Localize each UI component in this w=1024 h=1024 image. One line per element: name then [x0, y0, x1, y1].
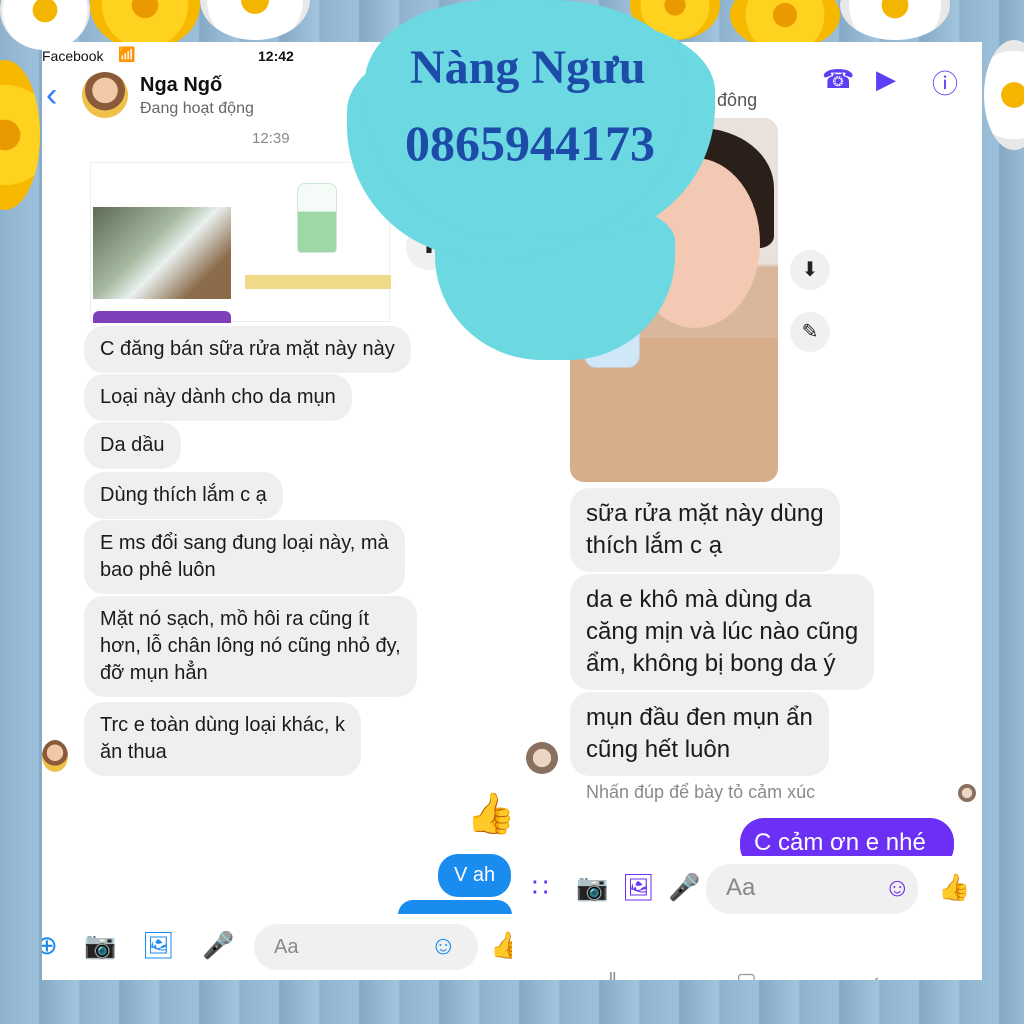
- message-input-placeholder: Aa: [274, 936, 299, 958]
- incoming-message[interactable]: Loại này dành cho da mụn: [84, 374, 352, 421]
- flower-decoration: [0, 60, 40, 210]
- flower-decoration: [984, 40, 1024, 150]
- add-icon[interactable]: ⊕: [42, 930, 58, 961]
- nav-home-icon[interactable]: ▢: [736, 968, 757, 980]
- microphone-icon[interactable]: 🎤: [668, 872, 700, 903]
- reaction-hint: Nhấn đúp để bày tỏ cảm xúc: [586, 782, 816, 802]
- contact-status: Đang hoạt động: [140, 100, 254, 117]
- incoming-message[interactable]: da e khô mà dùng da căng mịn và lúc nào …: [570, 574, 875, 690]
- microphone-icon[interactable]: 🎤: [202, 930, 234, 961]
- seen-avatar: [958, 784, 976, 802]
- message-input-placeholder: Aa: [726, 874, 756, 901]
- video-call-icon[interactable]: ▶: [876, 64, 896, 95]
- incoming-message[interactable]: C đăng bán sữa rửa mặt này này: [84, 326, 411, 373]
- camera-icon[interactable]: 📷: [576, 872, 608, 903]
- nav-back-icon[interactable]: ‹: [872, 968, 879, 980]
- info-icon[interactable]: ⓘ: [932, 64, 958, 101]
- menu-dots-icon[interactable]: ∷: [532, 872, 549, 903]
- share-icon[interactable]: ⬇: [790, 250, 830, 290]
- back-arrow-icon[interactable]: ‹: [46, 78, 57, 112]
- shared-product-screenshot[interactable]: [90, 162, 391, 323]
- contact-avatar[interactable]: [82, 72, 128, 118]
- outgoing-message[interactable]: V ah: [438, 854, 512, 897]
- edit-icon[interactable]: ✎: [790, 312, 830, 352]
- message-composer: ∷ 📷 🖼 🎤 Aa ☺ 👍: [512, 856, 982, 922]
- status-time: 12:42: [258, 48, 294, 64]
- photo-product-bottle: [584, 238, 640, 368]
- wifi-icon: 📶: [118, 46, 136, 62]
- phone-call-icon[interactable]: ☎: [822, 64, 854, 95]
- seller-name: Nàng Ngưu: [410, 41, 646, 94]
- emoji-icon[interactable]: ☺: [884, 872, 911, 903]
- product-photo: [93, 207, 231, 299]
- incoming-message[interactable]: sữa rửa mặt này dùng thích lắm c ạ: [570, 488, 840, 572]
- incoming-message[interactable]: Dùng thích lắm c ạ: [84, 472, 283, 519]
- flower-decoration: [200, 0, 310, 40]
- contact-avatar-small: [526, 742, 558, 774]
- message-timestamp: 12:39: [252, 130, 290, 147]
- incoming-message[interactable]: E ms đổi sang đung loại này, mà bao phê …: [84, 520, 405, 594]
- share-icon[interactable]: ⬆: [406, 224, 452, 270]
- like-icon[interactable]: 👍: [938, 872, 970, 903]
- carrier-label: Facebook: [42, 48, 104, 64]
- thumbs-up-icon: 👍: [466, 792, 512, 836]
- seller-phone: 0865944173: [405, 115, 655, 171]
- incoming-message[interactable]: Da dầu: [84, 422, 181, 469]
- contact-name[interactable]: Nga Ngố: [140, 74, 222, 97]
- image-icon[interactable]: 🖼: [142, 930, 175, 961]
- emoji-icon[interactable]: ☺: [430, 930, 457, 961]
- message-composer: ⊕ 📷 🖼 🎤 Aa ☺ 👍: [42, 914, 512, 980]
- like-icon[interactable]: 👍: [490, 930, 512, 961]
- flower-decoration: [840, 0, 950, 40]
- product-bottle-image: [297, 183, 337, 253]
- incoming-message[interactable]: mụn đầu đen mụn ẩn cũng hết luôn: [570, 692, 829, 776]
- cart-banner: [245, 275, 391, 289]
- nav-recent-icon[interactable]: ‖: [608, 968, 617, 980]
- purple-banner: [93, 311, 231, 323]
- contact-avatar-small: [42, 740, 68, 772]
- incoming-message[interactable]: Mặt nó sạch, mồ hôi ra cũng ít hơn, lỗ c…: [84, 596, 417, 697]
- image-icon[interactable]: 🖼: [622, 872, 655, 903]
- camera-icon[interactable]: 📷: [84, 930, 116, 961]
- incoming-message[interactable]: Trc e toàn dùng loại khác, k ăn thua: [84, 702, 361, 776]
